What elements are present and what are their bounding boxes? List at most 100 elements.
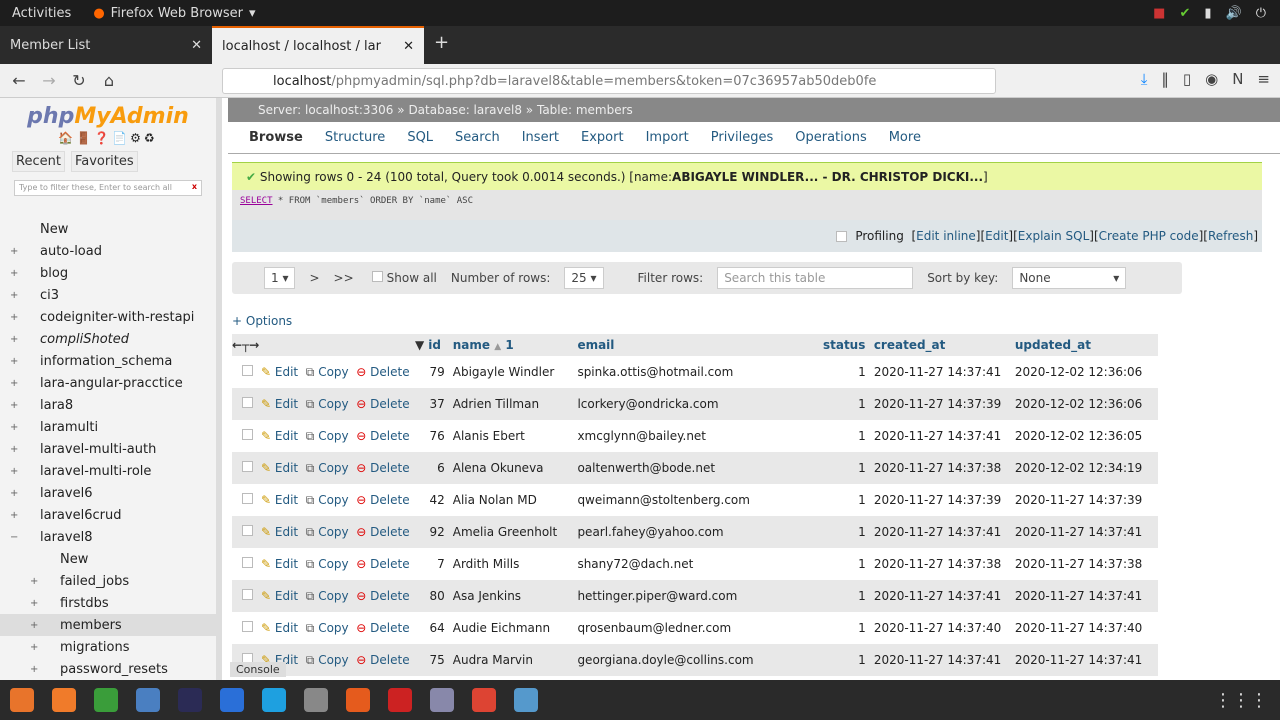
row-checkbox[interactable] (242, 492, 253, 504)
tab-privileges[interactable]: Privileges (700, 130, 785, 145)
sidebar-db-item[interactable]: + blog (0, 262, 216, 284)
show-all-checkbox[interactable] (371, 271, 383, 282)
delete-button[interactable]: ⊖ Delete (356, 525, 409, 539)
sidebar-db-item[interactable]: + members (0, 614, 216, 636)
cell-created_at[interactable]: 2020-11-27 14:37:40 (873, 612, 1015, 644)
cell-status[interactable]: 1 (814, 516, 874, 548)
expand-icon[interactable]: + (10, 334, 20, 345)
copy-button[interactable]: ⧉ Copy (306, 365, 349, 379)
expand-icon[interactable]: + (10, 378, 20, 389)
expand-icon[interactable]: + (10, 510, 20, 521)
copy-button[interactable]: ⧉ Copy (306, 493, 349, 507)
sidebar-db-item[interactable]: − laravel8 (0, 526, 216, 548)
cell-name[interactable]: Alena Okuneva (452, 452, 578, 484)
cell-id[interactable]: 75 (428, 644, 453, 676)
edit-link[interactable]: Edit (985, 229, 1008, 243)
copy-button[interactable]: ⧉ Copy (306, 461, 349, 475)
tab-search[interactable]: Search (444, 130, 511, 145)
menu-icon[interactable]: ≡ (1257, 70, 1270, 88)
forward-icon[interactable]: → (34, 71, 64, 90)
sidebar-db-item[interactable]: + ci3 (0, 284, 216, 306)
cell-name[interactable]: Alia Nolan MD (452, 484, 578, 516)
row-checkbox[interactable] (242, 460, 253, 472)
column-header-email[interactable]: email (577, 334, 815, 356)
delete-button[interactable]: ⊖ Delete (356, 621, 409, 635)
cell-id[interactable]: 64 (428, 612, 453, 644)
explain-sql-link[interactable]: Explain SQL (1018, 229, 1090, 243)
dock-app-icon[interactable] (178, 688, 202, 712)
dock-app-icon[interactable] (514, 688, 538, 712)
cell-created_at[interactable]: 2020-11-27 14:37:39 (873, 388, 1015, 420)
cell-id[interactable]: 92 (428, 516, 453, 548)
dock-app-icon[interactable] (10, 688, 34, 712)
edit-button[interactable]: ✎ Edit (261, 461, 298, 475)
sidebar-db-item[interactable]: + failed_jobs (0, 570, 216, 592)
tab-phpmyadmin[interactable]: localhost / localhost / lar ✕ (212, 26, 424, 64)
edit-button[interactable]: ✎ Edit (261, 365, 298, 379)
expand-icon[interactable]: + (30, 664, 40, 675)
expand-icon[interactable]: + (10, 268, 20, 279)
cell-email[interactable]: qweimann@stoltenberg.com (577, 484, 815, 516)
delete-button[interactable]: ⊖ Delete (356, 429, 409, 443)
cell-updated_at[interactable]: 2020-12-02 12:36:06 (1014, 388, 1158, 420)
delete-button[interactable]: ⊖ Delete (356, 493, 409, 507)
row-checkbox[interactable] (242, 556, 253, 568)
sidebar-db-item[interactable]: New (0, 218, 216, 240)
cell-created_at[interactable]: 2020-11-27 14:37:38 (873, 548, 1015, 580)
expand-icon[interactable]: − (10, 532, 20, 543)
cell-id[interactable]: 76 (428, 420, 453, 452)
options-toggle[interactable]: + Options (232, 314, 1280, 328)
copy-button[interactable]: ⧉ Copy (306, 429, 349, 443)
dock-app-icon[interactable] (430, 688, 454, 712)
delete-button[interactable]: ⊖ Delete (356, 557, 409, 571)
cell-name[interactable]: Ardith Mills (452, 548, 578, 580)
row-checkbox[interactable] (242, 396, 253, 408)
cell-updated_at[interactable]: 2020-12-02 12:34:19 (1014, 452, 1158, 484)
database-filter-input[interactable]: Type to filter these, Enter to search al… (14, 180, 202, 196)
last-page-button[interactable]: >> (334, 271, 354, 285)
tab-export[interactable]: Export (570, 130, 635, 145)
row-checkbox[interactable] (242, 620, 253, 632)
breadcrumb-table[interactable]: Table: members (537, 103, 633, 117)
tab-import[interactable]: Import (635, 130, 700, 145)
copy-button[interactable]: ⧉ Copy (306, 397, 349, 411)
tab-sql[interactable]: SQL (396, 130, 444, 145)
rows-select[interactable]: 25 ▾ (564, 267, 604, 289)
edit-button[interactable]: ✎ Edit (261, 557, 298, 571)
cell-name[interactable]: Amelia Greenholt (452, 516, 578, 548)
cell-id[interactable]: 79 (428, 356, 453, 388)
dock-app-icon[interactable] (136, 688, 160, 712)
delete-button[interactable]: ⊖ Delete (356, 365, 409, 379)
sidebar-db-item[interactable]: + password_resets (0, 658, 216, 680)
column-header-created_at[interactable]: created_at (873, 334, 1015, 356)
cell-status[interactable]: 1 (814, 580, 874, 612)
cell-id[interactable]: 42 (428, 484, 453, 516)
cell-created_at[interactable]: 2020-11-27 14:37:41 (873, 356, 1015, 388)
tab-browse[interactable]: Browse (238, 130, 314, 145)
cell-status[interactable]: 1 (814, 388, 874, 420)
console-button[interactable]: Console (230, 662, 286, 677)
sidebar-db-item[interactable]: + lara8 (0, 394, 216, 416)
dock-app-icon[interactable] (220, 688, 244, 712)
expand-icon[interactable]: + (10, 466, 20, 477)
back-icon[interactable]: ← (4, 71, 34, 90)
cell-name[interactable]: Asa Jenkins (452, 580, 578, 612)
row-checkbox[interactable] (242, 364, 253, 376)
expand-icon[interactable]: + (30, 642, 40, 653)
next-page-button[interactable]: > (309, 271, 319, 285)
cell-created_at[interactable]: 2020-11-27 14:37:38 (873, 452, 1015, 484)
profiling-checkbox[interactable] (836, 230, 848, 242)
cell-updated_at[interactable]: 2020-11-27 14:37:40 (1014, 612, 1158, 644)
tab-structure[interactable]: Structure (314, 130, 396, 145)
url-bar[interactable]: localhost/phpmyadmin/sql.php?db=laravel8… (222, 68, 996, 94)
copy-button[interactable]: ⧉ Copy (306, 589, 349, 603)
cell-created_at[interactable]: 2020-11-27 14:37:39 (873, 484, 1015, 516)
cell-created_at[interactable]: 2020-11-27 14:37:41 (873, 580, 1015, 612)
edit-inline-link[interactable]: Edit inline (916, 229, 976, 243)
cell-name[interactable]: Audie Eichmann (452, 612, 578, 644)
cell-status[interactable]: 1 (814, 356, 874, 388)
sidebar-db-item[interactable]: + laravel-multi-role (0, 460, 216, 482)
filter-rows-input[interactable]: Search this table (717, 267, 914, 289)
phpmyadmin-logo[interactable]: phpMyAdmin (0, 104, 216, 129)
delete-button[interactable]: ⊖ Delete (356, 589, 409, 603)
